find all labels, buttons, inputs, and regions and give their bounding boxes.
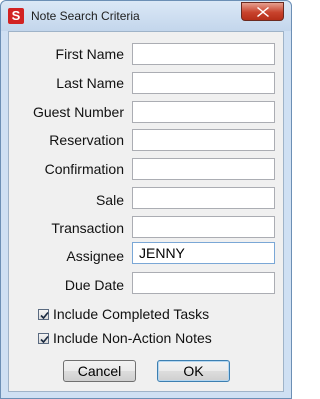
last-name-label: Last Name xyxy=(56,75,124,91)
last-name-field[interactable] xyxy=(132,72,275,94)
due-date-label: Due Date xyxy=(64,277,124,293)
confirmation-label: Confirmation xyxy=(44,161,124,177)
reservation-field[interactable] xyxy=(132,129,275,151)
assignee-field[interactable]: JENNY xyxy=(132,242,275,264)
include-non-action-notes-checkbox[interactable] xyxy=(38,333,49,344)
sale-label: Sale xyxy=(95,192,124,208)
include-completed-tasks-checkbox[interactable] xyxy=(38,309,49,320)
window-title: Note Search Criteria xyxy=(31,9,140,23)
assignee-label: Assignee xyxy=(66,248,124,264)
close-icon xyxy=(257,7,269,17)
reservation-label: Reservation xyxy=(49,132,124,148)
app-logo-icon: S xyxy=(8,8,24,24)
include-completed-tasks-label: Include Completed Tasks xyxy=(53,306,210,322)
guest-number-label: Guest Number xyxy=(32,104,124,120)
first-name-label: First Name xyxy=(55,46,124,62)
cancel-button[interactable]: Cancel xyxy=(63,360,136,382)
checkmark-icon xyxy=(40,311,49,320)
first-name-field[interactable] xyxy=(132,43,275,65)
include-non-action-notes-label: Include Non-Action Notes xyxy=(53,330,212,346)
dialog-window: S Note Search Criteria First Name Last N… xyxy=(0,0,292,399)
due-date-field[interactable] xyxy=(132,272,275,294)
guest-number-field[interactable] xyxy=(132,101,275,123)
title-bar[interactable]: S Note Search Criteria xyxy=(1,1,291,31)
checkmark-icon xyxy=(40,335,49,344)
transaction-label: Transaction xyxy=(51,220,124,236)
include-non-action-notes-row[interactable]: Include Non-Action Notes xyxy=(38,330,212,346)
confirmation-field[interactable] xyxy=(132,158,275,180)
sale-field[interactable] xyxy=(132,187,275,209)
include-completed-tasks-row[interactable]: Include Completed Tasks xyxy=(38,306,209,322)
close-button[interactable] xyxy=(241,2,284,21)
transaction-field[interactable] xyxy=(132,216,275,238)
dialog-body: First Name Last Name Guest Number Reserv… xyxy=(8,31,284,392)
ok-button[interactable]: OK xyxy=(157,360,230,382)
